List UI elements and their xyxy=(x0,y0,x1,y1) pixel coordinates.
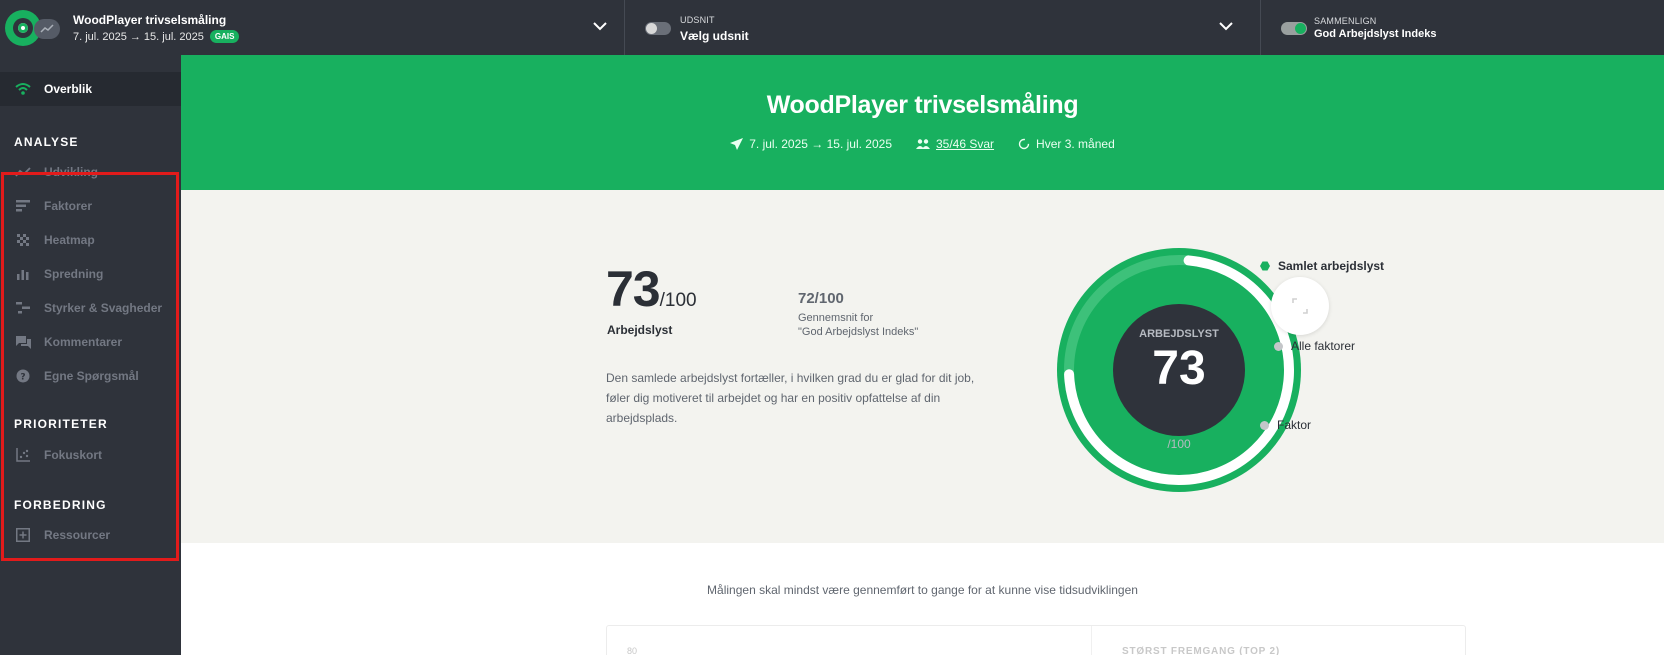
survey-dates: 7. jul. 2025 → 15. jul. 2025 GAIS xyxy=(73,30,240,43)
frequency-label: Hver 3. måned xyxy=(1036,137,1115,151)
meta-responses[interactable]: 35/46 Svar xyxy=(916,137,994,151)
responses-link[interactable]: 35/46 Svar xyxy=(936,137,994,151)
dot-icon xyxy=(1274,341,1283,351)
legend-samlet[interactable]: Samlet arbejdslyst xyxy=(1260,259,1384,273)
compare-value: God Arbejdslyst Indeks xyxy=(1314,28,1437,40)
top-bar: WoodPlayer trivselsmåling 7. jul. 2025 →… xyxy=(0,0,1664,55)
top-progress-panel: STØRST FREMGANG (TOP 2) xyxy=(1091,626,1466,655)
score-label: Arbejdslyst xyxy=(607,323,673,337)
hexagon-icon xyxy=(1260,261,1270,271)
survey-date-range: 7. jul. 2025 → 15. jul. 2025 xyxy=(73,31,204,43)
benchmark-label-line: "God Arbejdslyst Indeks" xyxy=(798,326,919,338)
compare-caption: SAMMENLIGN xyxy=(1314,16,1377,26)
gauge-denominator: /100 xyxy=(1167,437,1191,451)
survey-title: WoodPlayer trivselsmåling xyxy=(73,13,227,27)
meta-frequency: Hver 3. måned xyxy=(1018,137,1115,151)
section-analyse: ANALYSE xyxy=(14,135,79,149)
meta-dates-label: 7. jul. 2025 → 15. jul. 2025 xyxy=(749,137,892,151)
legend-alle-faktorer[interactable]: Alle faktorer xyxy=(1274,339,1355,353)
page-title: WoodPlayer trivselsmåling xyxy=(766,91,1079,119)
legend-label: Alle faktorer xyxy=(1291,339,1356,353)
legend-faktor[interactable]: Faktor xyxy=(1260,418,1311,432)
repeat-icon xyxy=(1018,138,1030,150)
score-denominator: /100 xyxy=(659,290,697,311)
benchmark-label-line: Gennemsnit for xyxy=(798,312,874,324)
sidebar-item-label: Overblik xyxy=(44,82,93,96)
meta-dates: 7. jul. 2025 → 15. jul. 2025 xyxy=(730,137,892,151)
top-progress-title: STØRST FREMGANG (TOP 2) xyxy=(1122,646,1281,655)
sidebar-item-overblik[interactable]: Overblik xyxy=(0,72,181,106)
trend-chip-icon xyxy=(34,19,60,39)
survey-selector[interactable]: WoodPlayer trivselsmåling 7. jul. 2025 →… xyxy=(0,0,625,55)
udsnit-selector[interactable]: UDSNIT Vælg udsnit xyxy=(625,0,1261,55)
compare-selector[interactable]: SAMMENLIGN God Arbejdslyst Indeks xyxy=(1261,0,1664,55)
score-gauge: ARBEJDSLYST 73 /100 xyxy=(1044,235,1314,505)
development-card: 80 STØRST FREMGANG (TOP 2) xyxy=(606,625,1466,655)
udsnit-toggle[interactable] xyxy=(645,22,671,35)
udsnit-value: Vælg udsnit xyxy=(680,29,749,43)
survey-meta: 7. jul. 2025 → 15. jul. 2025 35/46 Svar … xyxy=(181,137,1664,151)
score-description: Den samlede arbejdslyst fortæller, i hvi… xyxy=(606,371,975,425)
chevron-down-icon[interactable] xyxy=(593,21,607,31)
score-number: 73 xyxy=(606,261,661,317)
wifi-icon xyxy=(15,81,31,97)
expand-button[interactable] xyxy=(1271,277,1329,335)
legend-label: Faktor xyxy=(1277,418,1312,432)
benchmark-score: 72/100 xyxy=(798,290,844,307)
highlight-box xyxy=(1,172,179,561)
survey-badge: GAIS xyxy=(209,30,240,43)
hero-banner: WoodPlayer trivselsmåling 7. jul. 2025 →… xyxy=(181,55,1664,190)
send-icon xyxy=(730,138,744,150)
axis-tick-label: 80 xyxy=(627,646,638,655)
sidebar: Overblik ANALYSE Udvikling Faktorer Heat… xyxy=(0,55,181,655)
score-value: 73/100 xyxy=(606,260,697,318)
udsnit-caption: UDSNIT xyxy=(680,15,715,25)
benchmark-label: Gennemsnit for "God Arbejdslyst Indeks" xyxy=(798,311,998,339)
expand-icon xyxy=(1292,298,1308,314)
compare-toggle[interactable] xyxy=(1281,22,1307,35)
summary-section: 73/100 Arbejdslyst 72/100 Gennemsnit for… xyxy=(181,190,1664,543)
dot-icon xyxy=(1260,420,1269,430)
chevron-down-icon[interactable] xyxy=(1219,21,1233,31)
legend-label: Samlet arbejdslyst xyxy=(1278,259,1385,273)
development-section: Målingen skal mindst være gennemført to … xyxy=(181,543,1664,655)
people-icon xyxy=(916,139,930,149)
development-notice: Målingen skal mindst være gennemført to … xyxy=(707,583,1138,597)
